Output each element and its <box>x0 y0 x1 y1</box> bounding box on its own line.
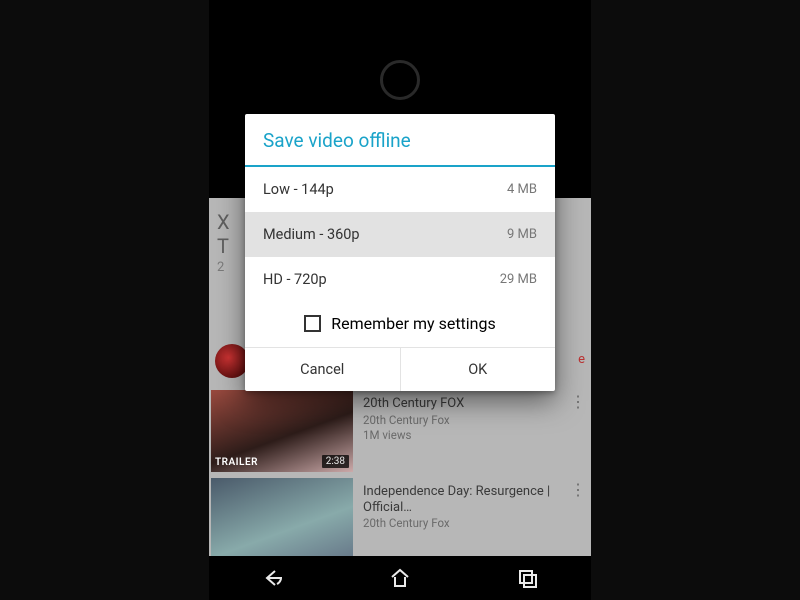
bg-peek-red-text: e <box>578 352 585 367</box>
video-duration: 2:38 <box>322 455 349 468</box>
quality-label: HD - 720p <box>263 271 327 288</box>
cancel-button[interactable]: Cancel <box>245 348 400 391</box>
quality-option-medium[interactable]: Medium - 360p 9 MB <box>245 212 555 257</box>
video-thumbnail[interactable]: TRAILER 2:38 <box>211 390 353 472</box>
video-row[interactable]: TRAILER 2:38 20th Century FOX 20th Centu… <box>209 390 591 472</box>
thumb-tag: TRAILER <box>215 457 258 468</box>
overflow-icon[interactable]: ⋮ <box>565 390 591 472</box>
video-title: 20th Century FOX <box>363 396 557 412</box>
quality-size: 29 MB <box>500 272 537 287</box>
video-meta: 20th Century FOX 20th Century Fox 1M vie… <box>353 390 565 472</box>
camera-ring-icon <box>380 60 420 100</box>
remember-label: Remember my settings <box>331 314 496 333</box>
ok-button[interactable]: OK <box>400 348 556 391</box>
quality-label: Low - 144p <box>263 181 334 198</box>
channel-avatar <box>215 344 249 378</box>
quality-option-low[interactable]: Low - 144p 4 MB <box>245 167 555 212</box>
image-frame: X T 2 e TRAILER 2:38 20th Century FOX 20… <box>0 0 800 600</box>
video-row[interactable]: Independence Day: Resurgence | Official…… <box>209 478 591 560</box>
overflow-icon[interactable]: ⋮ <box>565 478 591 560</box>
bg-peek-text: 2 <box>217 260 224 275</box>
dialog-button-row: Cancel OK <box>245 347 555 391</box>
bg-peek-text: T <box>217 234 229 258</box>
recents-icon[interactable] <box>515 566 539 590</box>
dialog-title: Save video offline <box>245 114 555 165</box>
remember-row[interactable]: Remember my settings <box>245 302 555 347</box>
video-channel: 20th Century Fox <box>363 516 557 530</box>
quality-size: 9 MB <box>507 227 537 242</box>
android-navbar <box>209 556 591 600</box>
home-icon[interactable] <box>388 566 412 590</box>
video-views: 1M views <box>363 428 557 442</box>
phone-screen: X T 2 e TRAILER 2:38 20th Century FOX 20… <box>209 0 591 600</box>
checkbox-icon[interactable] <box>304 315 321 332</box>
quality-label: Medium - 360p <box>263 226 360 243</box>
save-offline-dialog: Save video offline Low - 144p 4 MB Mediu… <box>245 114 555 391</box>
video-meta: Independence Day: Resurgence | Official…… <box>353 478 565 560</box>
bg-peek-text: X <box>217 210 230 234</box>
back-icon[interactable] <box>261 566 285 590</box>
video-thumbnail[interactable] <box>211 478 353 560</box>
video-channel: 20th Century Fox <box>363 413 557 427</box>
quality-option-hd[interactable]: HD - 720p 29 MB <box>245 257 555 302</box>
quality-size: 4 MB <box>507 182 537 197</box>
video-title: Independence Day: Resurgence | Official… <box>363 484 557 515</box>
